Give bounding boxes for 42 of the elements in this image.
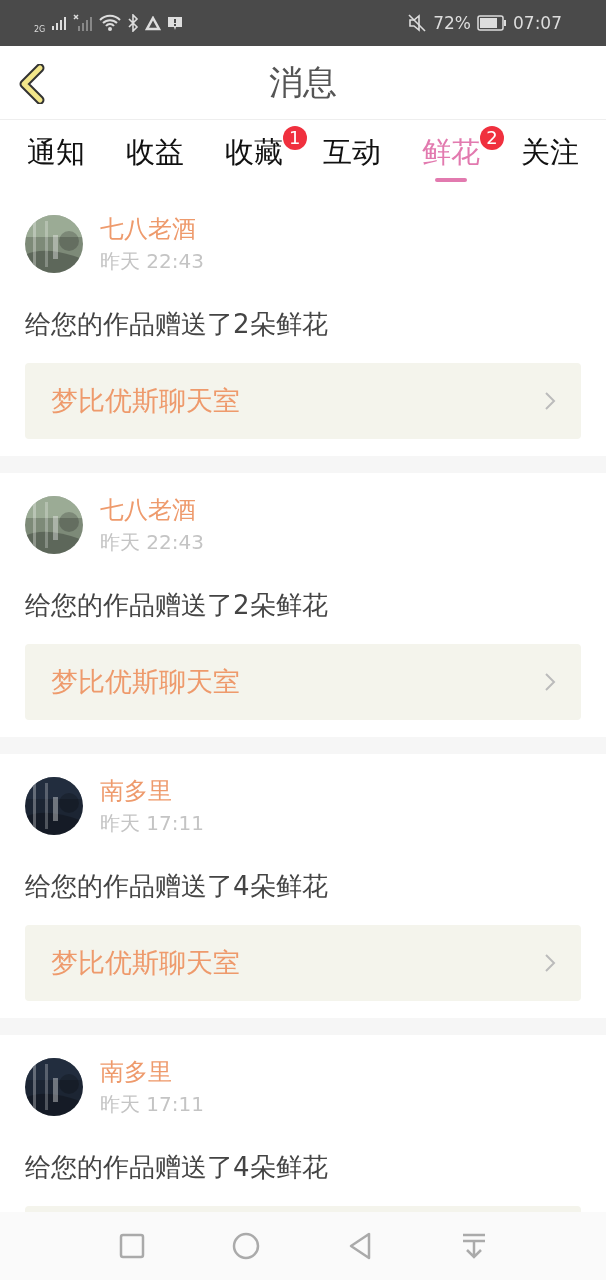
tab[interactable]: 关注 — [520, 134, 579, 170]
message-text: 给您的作品赠送了2朵鲜花 — [25, 308, 329, 341]
tab[interactable]: 鲜花 — [422, 134, 480, 170]
user-name[interactable]: 七八老酒 — [100, 214, 204, 244]
work-title: 梦比优斯聊天室 — [51, 665, 240, 699]
timestamp: 昨天 22:43 — [100, 529, 204, 555]
work-link[interactable]: 梦比优斯聊天室 — [25, 925, 581, 1001]
battery-percent: 72% — [433, 13, 471, 33]
no-signal-icon — [73, 14, 94, 32]
work-link[interactable]: 梦比优斯聊天室 — [25, 363, 581, 439]
bluetooth-icon — [127, 14, 140, 32]
page-title: 消息 — [269, 60, 337, 104]
message-text: 给您的作品赠送了4朵鲜花 — [25, 870, 329, 903]
network-label: 2G — [34, 24, 46, 34]
signal-icon — [51, 15, 68, 31]
message-text: 给您的作品赠送了2朵鲜花 — [25, 589, 329, 622]
chevron-icon — [543, 671, 557, 693]
tab[interactable]: 互动 — [323, 134, 382, 170]
tab-underline — [435, 178, 467, 182]
work-link[interactable]: 梦比优斯聊天室 — [25, 644, 581, 720]
count-badge: 1 — [282, 126, 307, 150]
timestamp: 昨天 17:11 — [100, 1091, 204, 1117]
user-name[interactable]: 南多里 — [100, 776, 204, 806]
alert-icon — [167, 15, 184, 31]
count-badge: 2 — [480, 126, 504, 150]
clock: 07:07 — [513, 13, 562, 33]
message-text: 给您的作品赠送了4朵鲜花 — [25, 1151, 329, 1184]
user-name[interactable]: 南多里 — [100, 1057, 204, 1087]
tab[interactable]: 通知 — [27, 134, 86, 170]
chevron-icon — [543, 952, 557, 974]
triangle-icon — [145, 15, 162, 31]
chevron-icon — [543, 390, 557, 412]
mute-icon — [407, 13, 428, 33]
wifi-icon — [99, 14, 122, 32]
tab[interactable]: 收藏 — [224, 134, 283, 170]
tab[interactable]: 收益 — [126, 134, 184, 170]
work-title: 梦比优斯聊天室 — [51, 946, 240, 980]
timestamp: 昨天 22:43 — [100, 248, 204, 274]
timestamp: 昨天 17:11 — [100, 810, 204, 836]
battery-icon — [477, 15, 507, 31]
work-title: 梦比优斯聊天室 — [51, 384, 240, 418]
user-name[interactable]: 七八老酒 — [100, 495, 204, 525]
